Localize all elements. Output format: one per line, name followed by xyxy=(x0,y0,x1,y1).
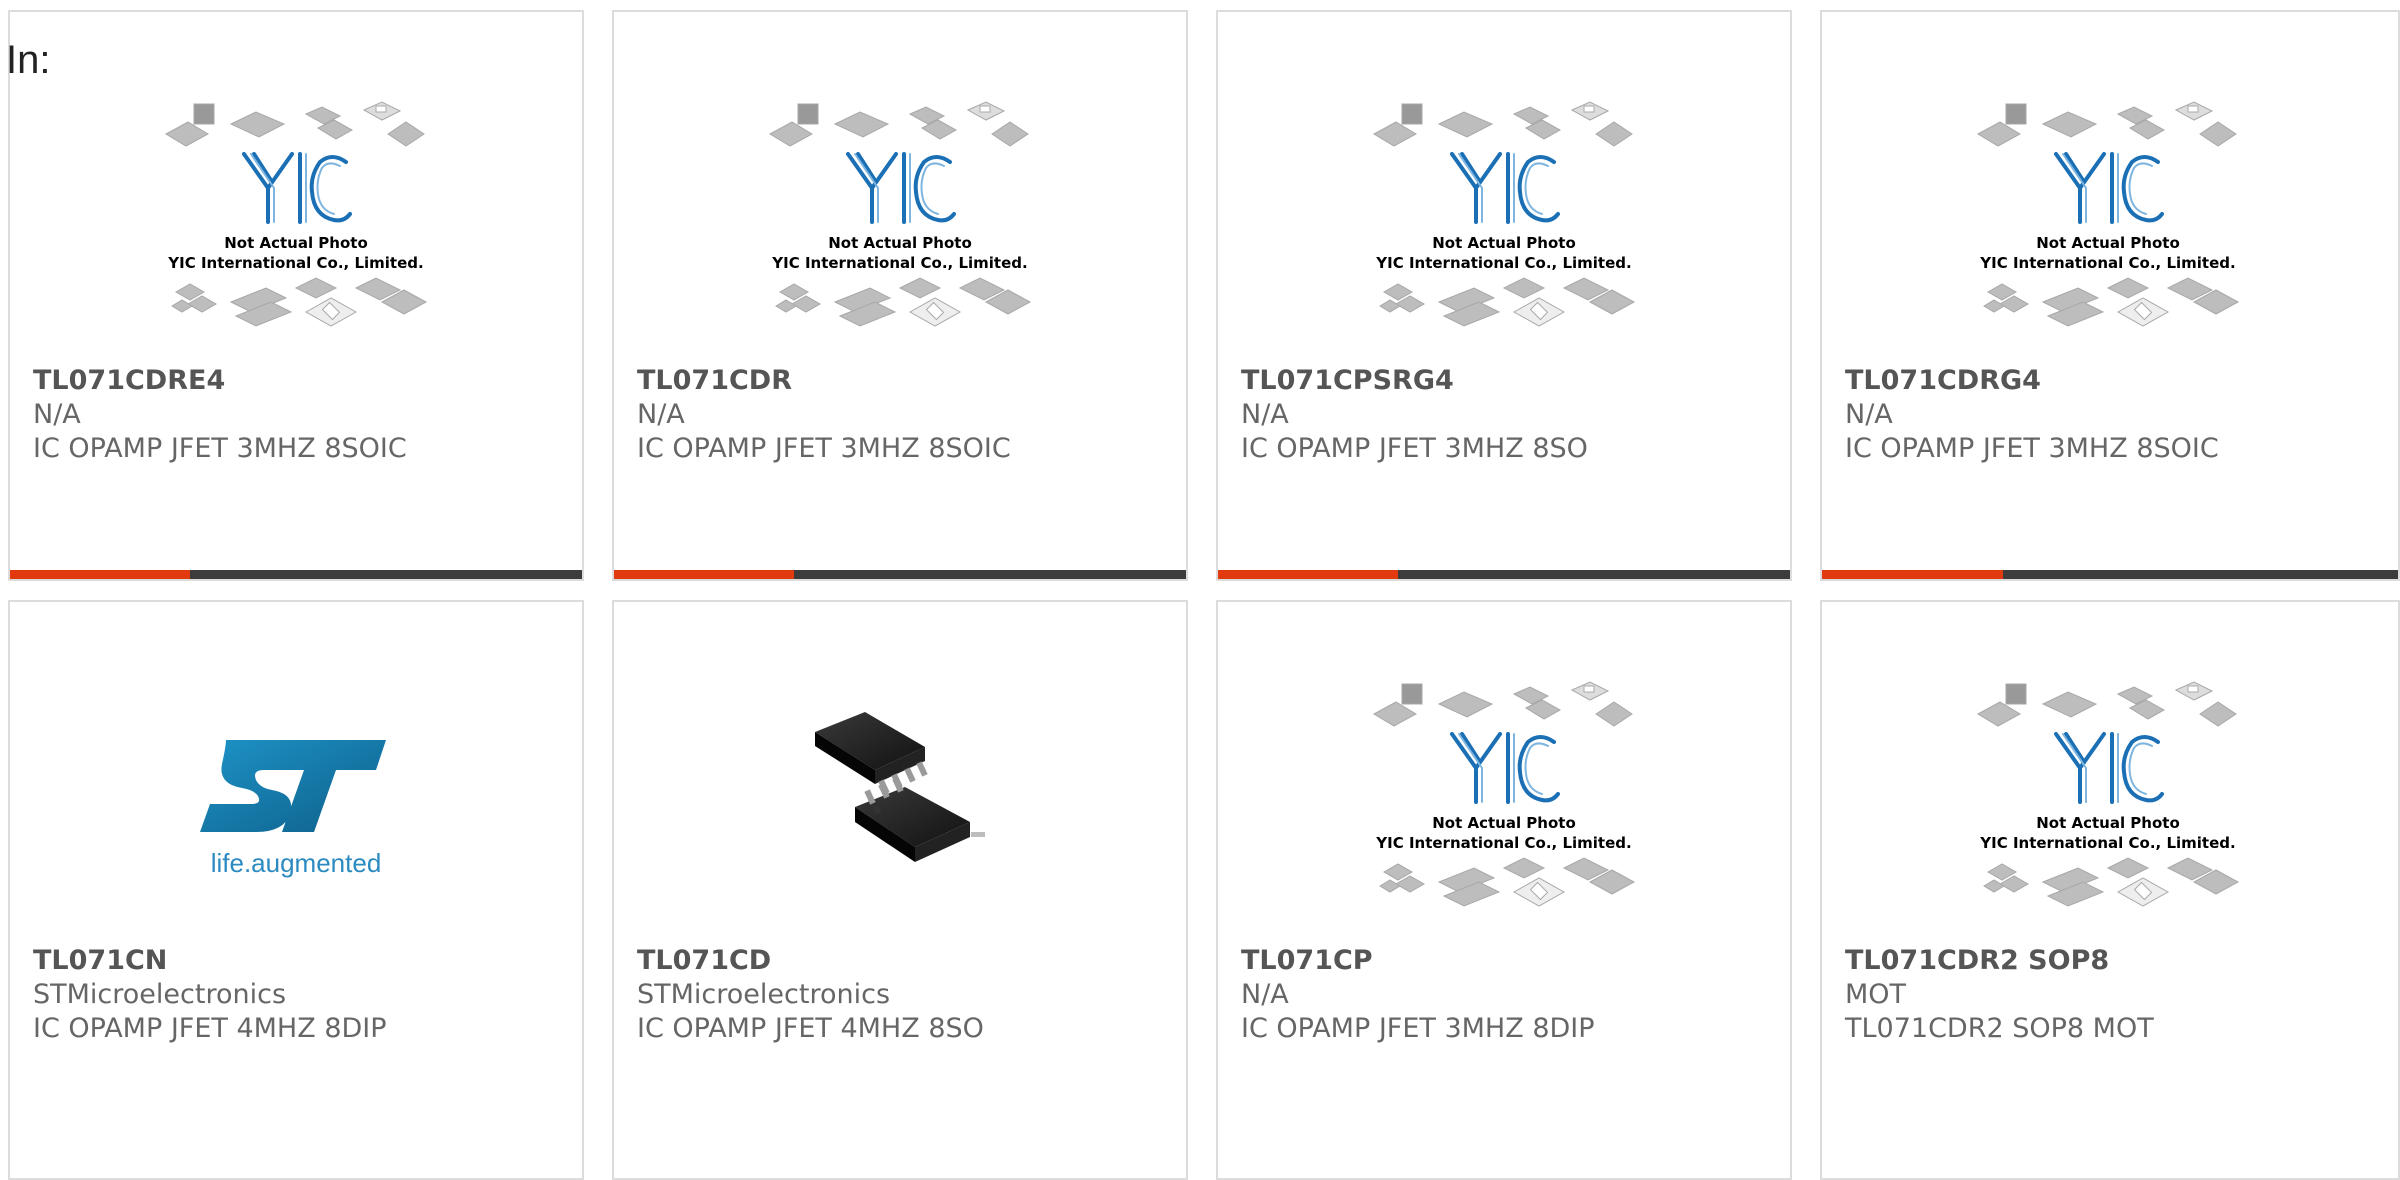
placeholder-caption-line2: YIC International Co., Limited. xyxy=(1979,834,2235,852)
manufacturer: N/A xyxy=(1241,399,1289,430)
placeholder-caption-line2: YIC International Co., Limited. xyxy=(1375,254,1631,272)
card-bar xyxy=(1822,570,2398,579)
product-card[interactable]: Not Actual Photo YIC International Co., … xyxy=(1820,600,2400,1180)
placeholder-caption-line1: Not Actual Photo xyxy=(2036,814,2180,832)
description: TL071CDR2 SOP8 MOT xyxy=(1845,1013,2154,1044)
description: IC OPAMP JFET 3MHZ 8SOIC xyxy=(33,433,407,464)
product-card[interactable]: Not Actual Photo YIC International Co., … xyxy=(612,10,1188,581)
description: IC OPAMP JFET 3MHZ 8SOIC xyxy=(1845,433,2219,464)
manufacturer: N/A xyxy=(1241,979,1289,1010)
placeholder-caption-line1: Not Actual Photo xyxy=(1432,814,1576,832)
manufacturer: N/A xyxy=(637,399,685,430)
manufacturer: N/A xyxy=(1845,399,1893,430)
placeholder-image: Not Actual Photo YIC International Co., … xyxy=(10,82,582,352)
in-label: In: xyxy=(6,38,51,82)
manufacturer: STMicroelectronics xyxy=(637,979,891,1010)
card-bar xyxy=(10,570,582,579)
product-card[interactable]: Not Actual Photo YIC International Co., … xyxy=(1216,600,1792,1180)
soic-chip-icon xyxy=(815,712,985,862)
description: IC OPAMP JFET 4MHZ 8SO xyxy=(637,1013,984,1044)
manufacturer: STMicroelectronics xyxy=(33,979,287,1010)
description: IC OPAMP JFET 3MHZ 8DIP xyxy=(1241,1013,1595,1044)
description: IC OPAMP JFET 3MHZ 8SOIC xyxy=(637,433,1011,464)
part-number[interactable]: TL071CD xyxy=(637,944,1176,978)
product-card[interactable]: TL071CD STMicroelectronics IC OPAMP JFET… xyxy=(612,600,1188,1180)
placeholder-caption-line2: YIC International Co., Limited. xyxy=(1375,834,1631,852)
placeholder-image: Not Actual Photo YIC International Co., … xyxy=(1822,82,2394,352)
part-number[interactable]: TL071CDRG4 xyxy=(1845,364,2388,398)
description: IC OPAMP JFET 4MHZ 8DIP xyxy=(33,1013,387,1044)
placeholder-caption-line2: YIC International Co., Limited. xyxy=(1979,254,2235,272)
placeholder-image: Not Actual Photo YIC International Co., … xyxy=(614,82,1186,352)
placeholder-caption-line1: Not Actual Photo xyxy=(1432,234,1576,252)
part-number[interactable]: TL071CDR2 SOP8 xyxy=(1845,944,2388,978)
manufacturer: N/A xyxy=(33,399,81,430)
placeholder-caption-line2: YIC International Co., Limited. xyxy=(167,254,423,272)
description: IC OPAMP JFET 3MHZ 8SO xyxy=(1241,433,1588,464)
st-logo-icon: life.augmented xyxy=(200,740,386,878)
part-number[interactable]: TL071CN xyxy=(33,944,572,978)
card-bar xyxy=(614,570,1186,579)
card-bar xyxy=(1218,570,1790,579)
st-logo-image: life.augmented xyxy=(10,692,582,922)
placeholder-image: Not Actual Photo YIC International Co., … xyxy=(1218,662,1790,932)
part-number[interactable]: TL071CDRE4 xyxy=(33,364,572,398)
placeholder-image: Not Actual Photo YIC International Co., … xyxy=(1822,662,2394,932)
part-number[interactable]: TL071CPSRG4 xyxy=(1241,364,1780,398)
product-card[interactable]: life.augmented TL071CN STMicroelectronic… xyxy=(8,600,584,1180)
product-card[interactable]: Not Actual Photo YIC International Co., … xyxy=(1820,10,2400,581)
manufacturer: MOT xyxy=(1845,979,1907,1010)
placeholder-caption-line1: Not Actual Photo xyxy=(224,234,368,252)
st-tagline: life.augmented xyxy=(211,848,382,878)
placeholder-caption-line1: Not Actual Photo xyxy=(828,234,972,252)
part-number[interactable]: TL071CDR xyxy=(637,364,1176,398)
product-card[interactable]: Not Actual Photo YIC International Co., … xyxy=(1216,10,1792,581)
placeholder-image: Not Actual Photo YIC International Co., … xyxy=(1218,82,1790,352)
placeholder-caption-line2: YIC International Co., Limited. xyxy=(771,254,1027,272)
chip-photo xyxy=(614,672,1186,912)
product-card[interactable]: Not Actual Photo YIC International Co., … xyxy=(8,10,584,581)
placeholder-caption-line1: Not Actual Photo xyxy=(2036,234,2180,252)
part-number[interactable]: TL071CP xyxy=(1241,944,1780,978)
